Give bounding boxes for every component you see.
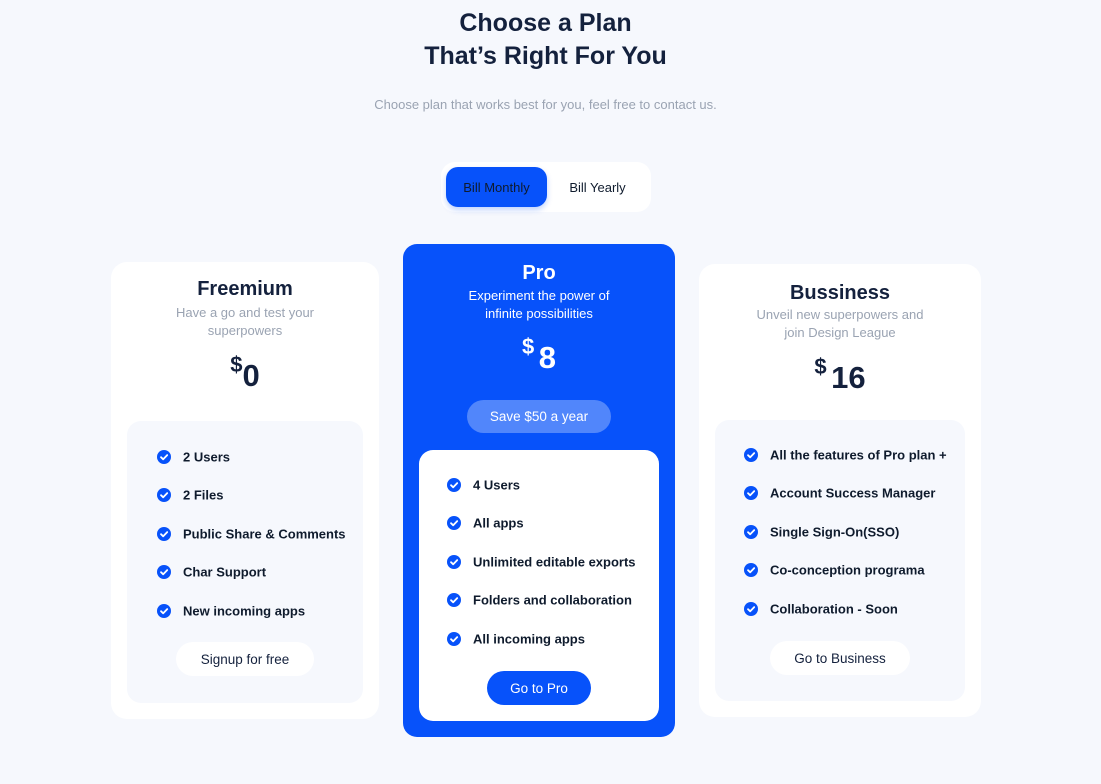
check-circle-icon [447,592,461,607]
feature-item: Single Sign-On(SSO) [744,522,899,542]
go-to-business-button[interactable]: Go to Business [770,641,910,675]
feature-item: All the features of Pro plan + [744,445,947,465]
price-currency: $ [230,352,243,377]
feature-text: 2 Users [183,449,230,465]
plan-price: $ 8 [403,334,675,376]
check-circle-icon [447,477,461,492]
plan-price: $ 16 [699,354,981,396]
price-currency: $ [814,354,827,379]
check-circle-icon [157,564,171,579]
feature-text: All apps [473,515,524,531]
price-amount: 8 [538,340,556,375]
plan-name: Bussiness [789,282,891,304]
price-amount: 16 [831,360,866,395]
page-title-line-2: That’s Right For You [424,42,667,70]
check-circle-icon [447,631,461,646]
plan-card-pro: Pro Experiment the power of infinite pos… [403,244,675,737]
savings-badge: Save $50 a year [467,400,611,433]
feature-box: 2 Users 2 Files Public Share & Comments … [127,421,363,703]
plan-card-freemium: Freemium Have a go and test your superpo… [111,262,379,719]
feature-text: New incoming apps [183,603,306,619]
feature-text: 2 Files [183,487,224,503]
feature-text: Public Share & Comments [183,526,346,542]
plan-name: Pro [522,262,556,284]
feature-text: Co-conception programa [770,562,925,578]
plan-description: Unveil new superpowers and join Design L… [699,306,981,342]
check-circle-icon [157,526,171,541]
feature-item: All apps [447,513,524,533]
check-circle-icon [157,487,171,502]
feature-text: Unlimited editable exports [473,554,636,570]
plan-description: Experiment the power of infinite possibi… [403,287,675,323]
page-title: Choose a Plan That’s Right For You [0,7,1091,73]
check-circle-icon [744,601,758,616]
signup-for-free-button[interactable]: Signup for free [176,642,314,676]
feature-box: 4 Users All apps Unlimited editable expo… [419,450,659,721]
page-title-line-1: Choose a Plan [459,9,632,37]
feature-item: All incoming apps [447,629,585,649]
check-circle-icon [157,603,171,618]
check-circle-icon [447,554,461,569]
feature-text: All the features of Pro plan + [770,447,947,463]
feature-item: 4 Users [447,475,520,495]
feature-text: All incoming apps [473,631,585,647]
check-circle-icon [744,447,758,462]
feature-item: Unlimited editable exports [447,552,636,572]
plan-description-line-1: Have a go and test your [175,305,315,320]
feature-item: Public Share & Comments [157,524,346,544]
feature-item: Char Support [157,562,266,582]
feature-text: Account Success Manager [770,485,936,501]
check-circle-icon [744,524,758,539]
page-subtitle: Choose plan that works best for you, fee… [374,97,717,112]
plan-description-line-1: Experiment the power of [468,288,610,303]
billing-toggle: Bill Monthly Bill Yearly [441,162,651,212]
plan-name: Freemium [197,278,293,300]
plan-description-line-1: Unveil new superpowers and [756,307,924,322]
bill-monthly-button[interactable]: Bill Monthly [446,167,547,207]
feature-text: Collaboration - Soon [770,601,898,617]
price-currency: $ [522,334,535,359]
feature-item: New incoming apps [157,601,305,621]
feature-text: Char Support [183,564,267,580]
check-circle-icon [744,485,758,500]
bill-yearly-button[interactable]: Bill Yearly [549,167,646,207]
plan-description-line-2: superpowers [207,323,283,338]
feature-item: Co-conception programa [744,560,925,580]
plan-card-business: Bussiness Unveil new superpowers and joi… [699,264,981,717]
feature-item: Folders and collaboration [447,590,632,610]
feature-item: 2 Users [157,447,230,467]
feature-text: 4 Users [473,477,520,493]
feature-item: 2 Files [157,485,223,505]
check-circle-icon [447,515,461,530]
plan-description-line-2: join Design League [784,325,896,340]
feature-item: Collaboration - Soon [744,599,898,619]
feature-text: Single Sign-On(SSO) [770,524,900,540]
feature-item: Account Success Manager [744,483,935,503]
check-circle-icon [744,562,758,577]
go-to-pro-button[interactable]: Go to Pro [487,671,591,705]
plan-description-line-2: infinite possibilities [485,306,593,321]
feature-text: Folders and collaboration [473,592,632,608]
price-amount: 0 [242,358,260,393]
plan-description: Have a go and test your superpowers [111,304,379,340]
feature-box: All the features of Pro plan + Account S… [715,420,965,701]
check-circle-icon [157,449,171,464]
plan-price: $0 [111,352,379,394]
